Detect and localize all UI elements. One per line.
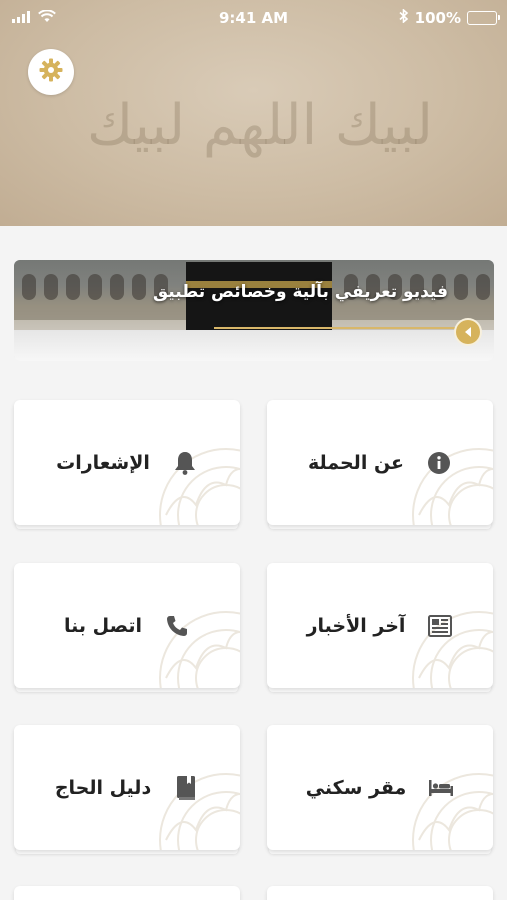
tile-label: اتصل بنا	[64, 614, 142, 637]
tile-about-campaign[interactable]: عن الحملة	[267, 400, 493, 525]
battery-icon	[467, 11, 500, 25]
bluetooth-icon	[399, 8, 409, 27]
tile-pilgrim-guide[interactable]: دليل الحاج	[14, 725, 240, 850]
tile-label: عن الحملة	[307, 451, 405, 474]
bed-icon	[428, 775, 454, 801]
tile-latest-news[interactable]: آخر الأخبار	[267, 563, 493, 688]
tile-next-right-partial[interactable]	[267, 886, 493, 900]
tile-next-left-partial[interactable]	[14, 886, 240, 900]
play-icon	[463, 323, 473, 342]
tile-contact-us[interactable]: اتصل بنا	[14, 563, 240, 688]
calligraphy-text: لبيك اللهم لبيك	[87, 92, 433, 158]
tile-label: دليل الحاج	[54, 776, 152, 799]
info-icon	[426, 450, 452, 476]
book-icon	[173, 775, 199, 801]
tile-notifications[interactable]: الإشعارات	[14, 400, 240, 525]
play-button[interactable]	[454, 318, 482, 346]
status-right: 100%	[399, 8, 500, 27]
bell-icon	[172, 450, 198, 476]
newspaper-icon	[427, 613, 453, 639]
banner-title: فيديو تعريفي بآلية وخصائص تطبيق	[152, 282, 448, 302]
phone-icon	[164, 613, 190, 639]
intro-video-banner[interactable]: فيديو تعريفي بآلية وخصائص تطبيق	[14, 260, 494, 361]
header: 9:41 AM 100% لبيك اللهم لبيك	[0, 0, 507, 226]
header-calligraphy: لبيك اللهم لبيك	[60, 55, 460, 195]
banner-progress-line	[214, 327, 462, 329]
tile-label: الإشعارات	[56, 451, 150, 474]
banner-floor	[14, 330, 494, 361]
battery-percent: 100%	[414, 9, 461, 27]
tile-my-residence[interactable]: مقر سكني	[267, 725, 493, 850]
tile-label: مقر سكني	[305, 776, 407, 799]
status-bar: 9:41 AM 100%	[0, 0, 507, 36]
tile-label: آخر الأخبار	[306, 614, 406, 637]
